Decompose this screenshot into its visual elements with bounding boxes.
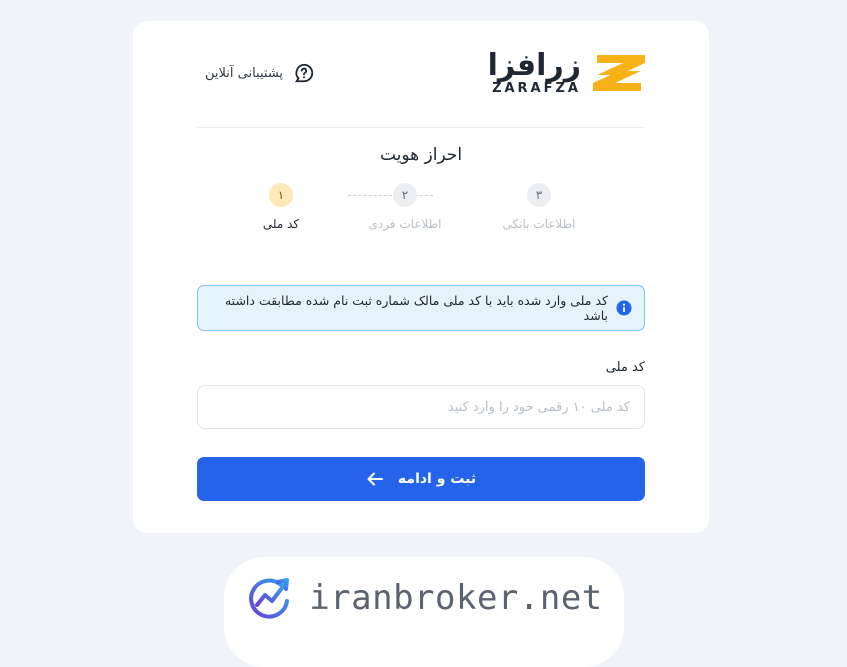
page-title: احراز هویت [379, 145, 463, 165]
submit-label: ثبت و ادامه [397, 471, 477, 487]
info-alert: کد ملی وارد شده باید با کد ملی مالک شمار… [197, 285, 645, 331]
header-divider [197, 127, 645, 128]
step-number: ۲ [393, 183, 417, 207]
national-code-input[interactable] [197, 385, 645, 429]
step-label: کد ملی [262, 217, 300, 231]
watermark-text: iranbroker.net [309, 578, 603, 618]
arrow-left-icon [367, 472, 383, 486]
support-label: پشتیبانی آنلاین [205, 65, 284, 81]
step-label: اطلاعات فردی [368, 217, 442, 231]
national-code-label: کد ملی [605, 360, 645, 375]
online-support-link[interactable]: پشتیبانی آنلاین [205, 62, 315, 84]
info-icon [616, 300, 632, 316]
auth-card: پشتیبانی آنلاین زرافزا ZARAFZA احراز هوی… [133, 21, 709, 533]
submit-continue-button[interactable]: ثبت و ادامه [197, 457, 645, 501]
logo-en-text: ZARAFZA [492, 81, 581, 96]
zarafza-mark-icon [593, 55, 645, 91]
step-bank-info: ۳ اطلاعات بانکی [494, 183, 584, 231]
step-number: ۱ [269, 183, 293, 207]
question-chat-icon [295, 63, 314, 83]
header: پشتیبانی آنلاین زرافزا ZARAFZA [197, 47, 645, 99]
logo-fa-text: زرافزا [487, 48, 581, 83]
step-national-code: ۱ کد ملی [236, 183, 326, 231]
alert-text: کد ملی وارد شده باید با کد ملی مالک شمار… [224, 293, 608, 323]
step-personal-info: ۲ اطلاعات فردی [360, 183, 450, 231]
zarafza-logo: زرافزا ZARAFZA [488, 50, 645, 96]
step-label: اطلاعات بانکی [502, 217, 576, 231]
step-number: ۳ [527, 183, 551, 207]
chart-growth-icon [249, 578, 290, 619]
watermark-box: iranbroker.net [224, 557, 624, 667]
stepper: ۳ اطلاعات بانکی ۲ اطلاعات فردی ۱ کد ملی [243, 183, 587, 233]
